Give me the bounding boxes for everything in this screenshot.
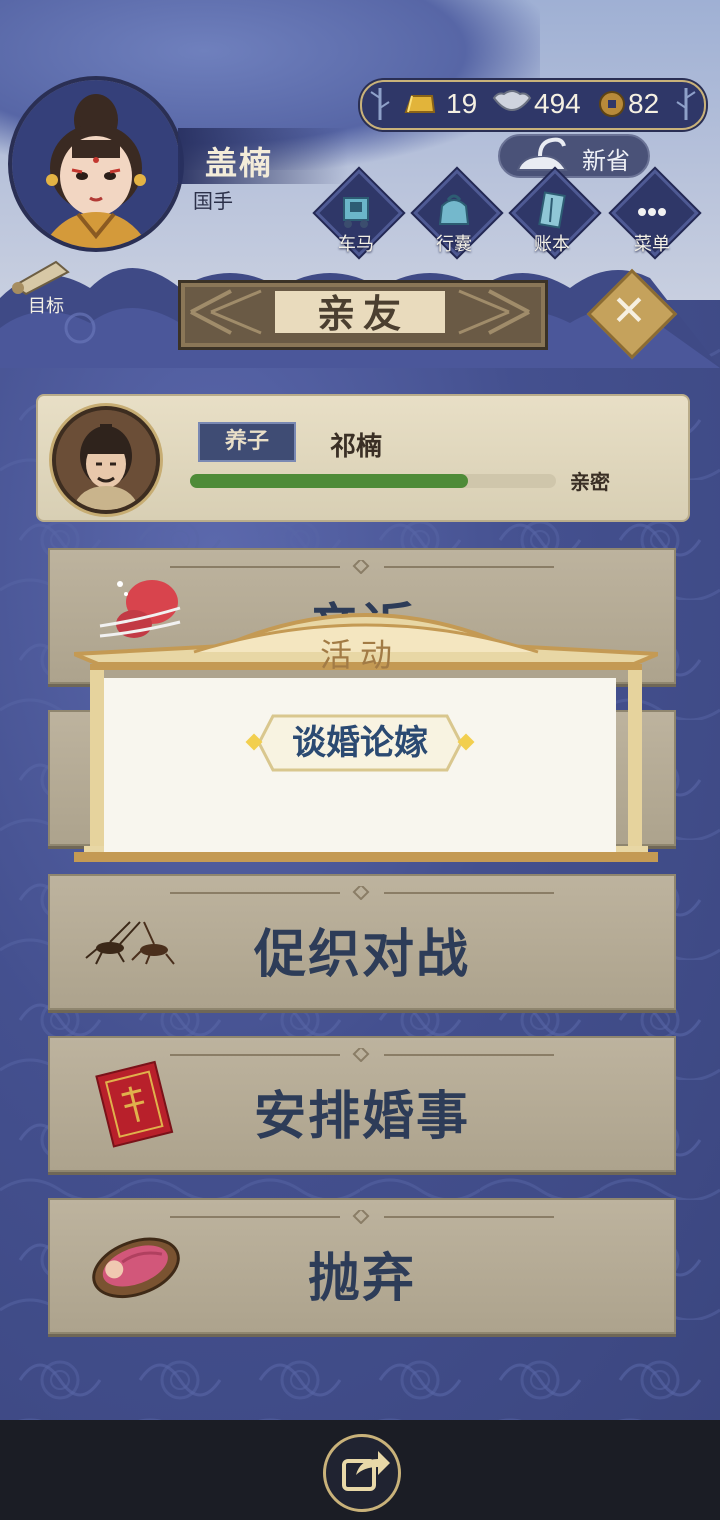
child-name: 祁楠 (330, 432, 383, 462)
nav-label: 行囊 (436, 234, 472, 255)
intimacy-bar (190, 474, 556, 488)
currency-bar: 19 494 82 (360, 80, 706, 130)
bamboo-icon (676, 88, 696, 120)
player-name: 盖楠 (205, 144, 274, 182)
silver-ingot-icon (492, 90, 532, 111)
man-portrait (56, 410, 156, 510)
intimacy-bar-fill (190, 474, 469, 488)
action-panel-4[interactable]: 安排婚事 (48, 1036, 676, 1172)
intimacy-label: 亲密 (570, 470, 610, 494)
game-screen: 盖楠 国手 19 494 82 新省 车马 行囊 账本 菜单 目标 亲友 ✕ 养… (0, 0, 720, 1420)
iron-icon (516, 137, 568, 171)
action-label: 抛弃 (307, 1249, 416, 1309)
panel-ornament (170, 1210, 554, 1224)
close-icon: ✕ (611, 286, 647, 335)
panel-ornament (170, 560, 554, 574)
action-panel-5[interactable]: 抛弃 (48, 1198, 676, 1334)
player-avatar[interactable] (8, 76, 184, 252)
carriage-icon (343, 197, 369, 228)
child-avatar[interactable] (52, 406, 160, 514)
child-card[interactable]: 养子 祁楠 亲密 (36, 394, 690, 522)
player-title: 国手 (193, 189, 233, 213)
action-label: 促织对战 (253, 925, 470, 985)
share-button[interactable] (323, 1434, 401, 1512)
goal-button[interactable]: 目标 (6, 256, 86, 317)
xinsheng-button[interactable]: 新省 (498, 134, 650, 178)
page-title-plate: 亲友 (178, 280, 548, 350)
share-icon (342, 1451, 390, 1491)
nav-menu-button[interactable]: 菜单 (610, 169, 699, 262)
silver-count: 494 (534, 88, 581, 119)
coin-count: 82 (628, 88, 660, 119)
menu-dots-icon (638, 208, 666, 216)
nav-label: 车马 (338, 234, 374, 255)
panel-ornament (170, 886, 554, 900)
relation-badge: 养子 (198, 422, 296, 462)
activity-popup-title: 活动 (319, 636, 400, 674)
marriage-activity-button[interactable]: 谈婚论嫁 (245, 714, 475, 772)
nav-ledger-button[interactable]: 账本 (510, 169, 599, 262)
page-title: 亲友 (316, 291, 409, 336)
action-panel-3[interactable]: 促织对战 (48, 874, 676, 1010)
lady-portrait (12, 80, 180, 248)
scroll-icon (12, 260, 70, 296)
xinsheng-label: 新省 (582, 147, 630, 175)
nav-bag-button[interactable]: 行囊 (412, 169, 501, 262)
gold-count: 19 (446, 88, 478, 119)
bag-icon (438, 194, 470, 225)
copper-coin-icon (599, 91, 625, 117)
gold-ingot-icon (404, 95, 436, 113)
bamboo-icon (370, 88, 390, 120)
ledger-icon (538, 191, 566, 229)
nav-label: 账本 (534, 234, 570, 255)
action-label: 安排婚事 (253, 1087, 470, 1147)
panel-ornament (170, 1048, 554, 1062)
nav-carriage-button[interactable]: 车马 (314, 169, 403, 262)
goal-label: 目标 (28, 296, 64, 317)
nav-label: 菜单 (634, 234, 670, 255)
